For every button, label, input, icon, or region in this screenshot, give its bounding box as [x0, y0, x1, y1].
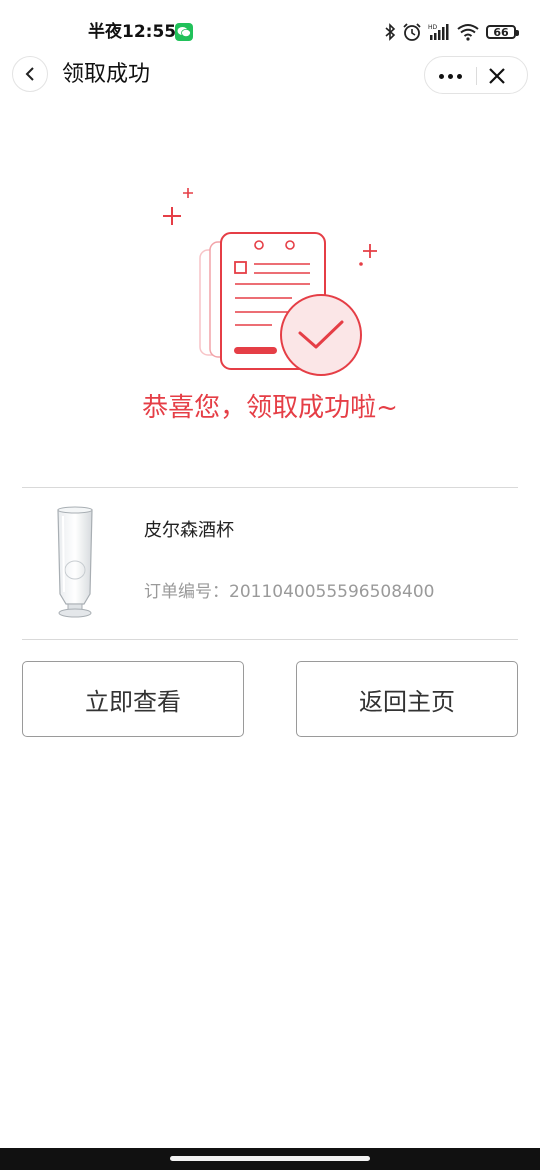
order-number-row: 订单编号：2011040055596508400: [144, 580, 435, 604]
product-image: [57, 506, 93, 618]
divider-top: [22, 487, 518, 488]
more-dot-icon: [457, 74, 462, 79]
battery-icon: 66: [486, 25, 519, 39]
order-number-label: 订单编号：: [144, 582, 229, 602]
back-button[interactable]: [12, 56, 48, 92]
page-title: 领取成功: [62, 62, 151, 87]
signal-hd-icon: HD: [428, 24, 449, 40]
home-indicator[interactable]: [170, 1156, 370, 1161]
close-button[interactable]: [487, 66, 507, 90]
product-name: 皮尔森酒杯: [144, 520, 234, 541]
capsule-divider: [476, 67, 477, 85]
close-icon: [489, 68, 505, 84]
wechat-notification-icon: [175, 23, 193, 41]
divider-bottom: [22, 639, 518, 640]
chevron-left-icon: [25, 67, 34, 81]
more-button[interactable]: [439, 74, 462, 79]
status-bar: 半夜12:55 HD 66: [0, 0, 540, 56]
wifi-icon: [457, 24, 479, 41]
view-now-button[interactable]: 立即查看: [22, 661, 244, 737]
bluetooth-icon: [385, 23, 396, 41]
success-document-illustration: [163, 188, 377, 376]
system-gesture-bar: [0, 1148, 540, 1170]
battery-level: 66: [493, 25, 509, 39]
more-dot-icon: [439, 74, 444, 79]
more-dot-icon: [448, 74, 453, 79]
nav-bar: 领取成功: [0, 56, 540, 96]
status-icons: HD 66: [384, 20, 519, 44]
status-time: 半夜12:55: [88, 22, 177, 42]
svg-text:HD: HD: [428, 24, 438, 31]
success-message: 恭喜您，领取成功啦~: [142, 393, 398, 423]
alarm-icon: [403, 23, 421, 41]
back-to-home-button[interactable]: 返回主页: [296, 661, 518, 737]
mini-program-capsule: [424, 56, 528, 94]
order-number-value: 2011040055596508400: [229, 582, 435, 602]
